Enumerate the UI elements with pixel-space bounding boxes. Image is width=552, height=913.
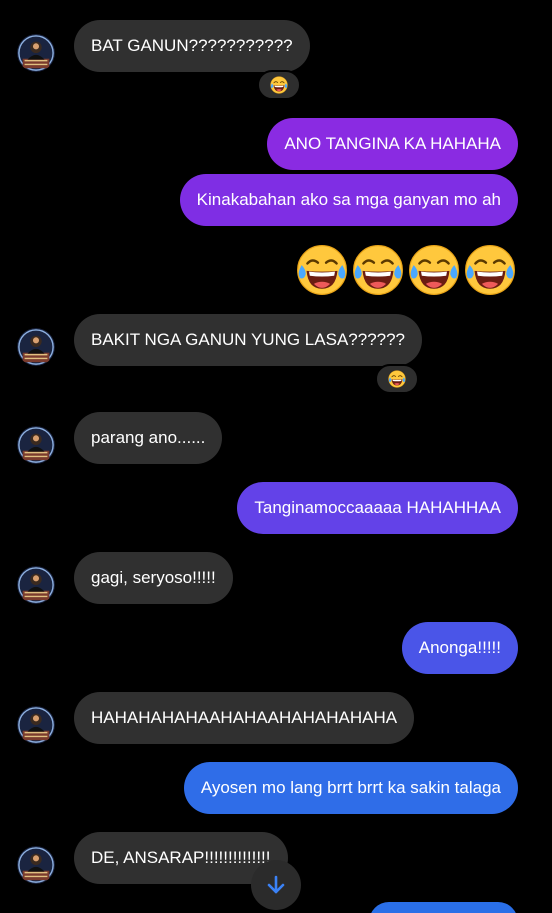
- laughing-tears-icon: [408, 244, 460, 296]
- outgoing-message[interactable]: Kinakabahan ako sa mga ganyan mo ah: [179, 174, 518, 226]
- message-reaction[interactable]: [375, 364, 419, 394]
- laughing-tears-icon: [270, 76, 288, 94]
- avatar[interactable]: [17, 706, 55, 744]
- laughing-tears-icon: [388, 370, 406, 388]
- incoming-message[interactable]: gagi, seryoso!!!!!: [74, 552, 233, 604]
- avatar[interactable]: [17, 328, 55, 366]
- outgoing-message[interactable]: Tanginamoccaaaaa HAHAHHAA: [237, 482, 518, 534]
- avatar[interactable]: [17, 566, 55, 604]
- contact-avatar-icon: [17, 328, 55, 366]
- chat-thread[interactable]: BAT GANUN??????????? ANO TANGINA KA HAHA…: [0, 0, 552, 913]
- outgoing-message[interactable]: Ayosen mo lang brrt brrt ka sakin talaga: [183, 762, 518, 814]
- contact-avatar-icon: [17, 34, 55, 72]
- incoming-message[interactable]: HAHAHAHAHAAHAHAAHAHAHAHAHA: [74, 692, 415, 744]
- scroll-to-bottom-button[interactable]: [251, 860, 301, 910]
- arrow-down-icon: [267, 875, 285, 894]
- incoming-message[interactable]: BAT GANUN???????????: [74, 20, 310, 72]
- contact-avatar-icon: [17, 846, 55, 884]
- avatar[interactable]: [17, 34, 55, 72]
- avatar[interactable]: [17, 426, 55, 464]
- message-reaction[interactable]: [257, 70, 301, 100]
- outgoing-message[interactable]: ANO TANGINA KA HAHAHA: [267, 118, 518, 170]
- outgoing-message-partial[interactable]: [369, 902, 518, 913]
- laughing-tears-icon: [464, 244, 516, 296]
- outgoing-message[interactable]: Anonga!!!!!: [401, 622, 518, 674]
- laughing-tears-icon: [352, 244, 404, 296]
- avatar[interactable]: [17, 846, 55, 884]
- contact-avatar-icon: [17, 426, 55, 464]
- incoming-message[interactable]: BAKIT NGA GANUN YUNG LASA??????: [74, 314, 423, 366]
- incoming-message[interactable]: parang ano......: [74, 412, 223, 464]
- laughing-tears-icon: [296, 244, 348, 296]
- contact-avatar-icon: [17, 566, 55, 604]
- contact-avatar-icon: [17, 706, 55, 744]
